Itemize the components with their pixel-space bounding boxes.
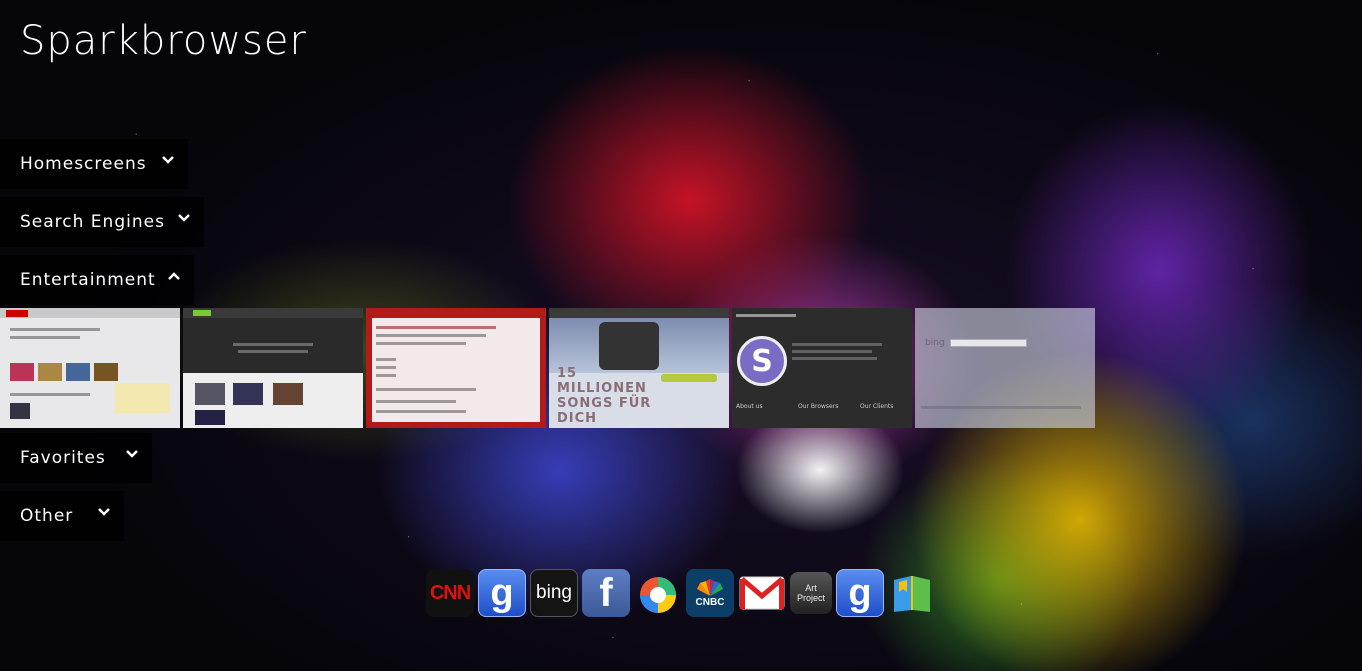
chevron-down-icon [160, 154, 178, 168]
app-title: Sparkbrowser [20, 18, 307, 64]
menu-homescreens[interactable]: Homescreens [0, 139, 188, 189]
cnbc-icon[interactable]: CNBC [686, 569, 734, 617]
chevron-down-icon [124, 448, 142, 462]
youtube-logo [6, 310, 28, 317]
chevron-up-icon [166, 270, 184, 284]
google-buzz-icon[interactable] [634, 569, 682, 617]
promo-text: 15 MILLIONEN SONGS FÜR DICH [557, 366, 652, 426]
menu-homescreens-label: Homescreens [20, 154, 147, 174]
thumbnail-youtube[interactable] [0, 308, 180, 428]
menu-other[interactable]: Other [0, 491, 124, 541]
menu-search-engines-label: Search Engines [20, 212, 165, 232]
bookmark-dock: CNN g bing f CNBC Art Project g [426, 569, 936, 617]
browsers-label: Our Browsers [798, 403, 839, 410]
sparkbrowser-logo: S [737, 336, 787, 386]
menu-other-label: Other [20, 506, 74, 526]
menu-favorites-label: Favorites [20, 448, 106, 468]
menu-search-engines[interactable]: Search Engines [0, 197, 204, 247]
netflix-logo [374, 310, 404, 316]
google-search-icon[interactable]: g [478, 569, 526, 617]
cnn-icon[interactable]: CNN [426, 569, 474, 617]
bing-logo: bing [925, 338, 945, 348]
thumbnail-hulu[interactable] [183, 308, 363, 428]
art-project-icon[interactable]: Art Project [790, 572, 832, 614]
gmail-icon[interactable] [738, 569, 786, 617]
thumbnail-bing[interactable]: bing [915, 308, 1095, 428]
about-label: About us [736, 403, 763, 410]
chevron-down-icon [176, 212, 194, 226]
bing-icon[interactable]: bing [530, 569, 578, 617]
hulu-logo [193, 310, 211, 316]
entertainment-thumbnails: 15 MILLIONEN SONGS FÜR DICH S About us O… [0, 308, 1095, 428]
menu-entertainment-label: Entertainment [20, 270, 156, 290]
thumbnail-sparkbrowser[interactable]: S About us Our Browsers Our Clients [732, 308, 912, 428]
google-icon[interactable]: g [836, 569, 884, 617]
facebook-icon[interactable]: f [582, 569, 630, 617]
clients-label: Our Clients [860, 403, 894, 410]
thumbnail-netflix[interactable] [366, 308, 546, 428]
chevron-down-icon [96, 506, 114, 520]
google-books-icon[interactable] [888, 569, 936, 617]
thumbnail-grooveshark[interactable]: 15 MILLIONEN SONGS FÜR DICH [549, 308, 729, 428]
menu-favorites[interactable]: Favorites [0, 433, 152, 483]
menu-entertainment[interactable]: Entertainment [0, 255, 194, 305]
